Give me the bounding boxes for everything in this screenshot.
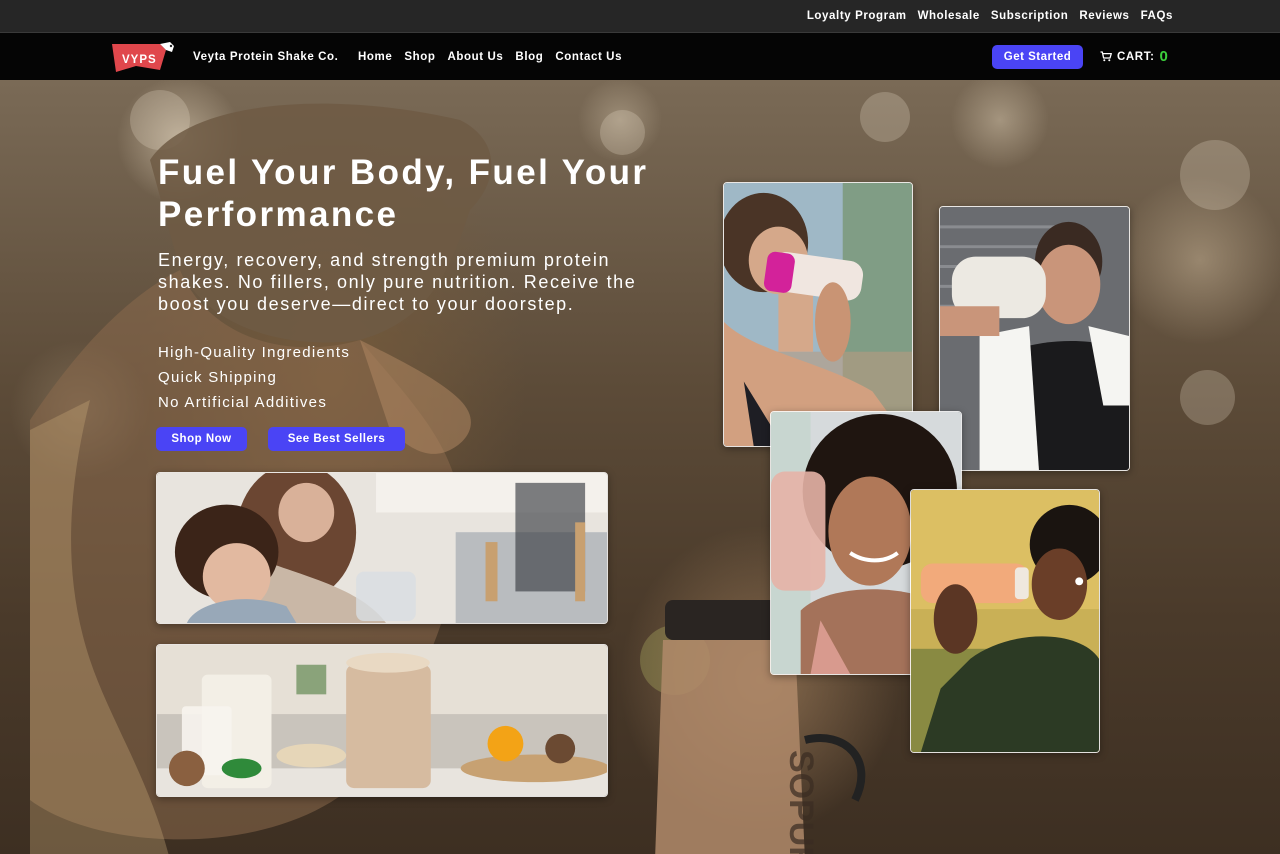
utility-nav: Loyalty Program Wholesale Subscription R… (807, 10, 1173, 22)
shop-now-button[interactable]: Shop Now (156, 427, 247, 451)
see-best-sellers-button[interactable]: See Best Sellers (268, 427, 405, 451)
utility-link-reviews[interactable]: Reviews (1079, 10, 1129, 22)
kitchen-photo (156, 472, 608, 624)
nav-link-contact-us[interactable]: Contact Us (555, 51, 622, 63)
bokeh-light (1180, 140, 1250, 210)
nav-link-about-us[interactable]: About Us (448, 51, 504, 63)
brand-name[interactable]: Veyta Protein Shake Co. (193, 51, 338, 63)
get-started-button[interactable]: Get Started (992, 45, 1083, 69)
cow-logo-icon: VYPS (112, 42, 174, 72)
runner-woman-photo (910, 489, 1100, 753)
nav-link-blog[interactable]: Blog (515, 51, 543, 63)
hero-section: SOPURE Fuel Your Body, Fuel Your Perform… (0, 80, 1280, 854)
woman-drinking-photo (723, 182, 913, 447)
nav-link-home[interactable]: Home (358, 51, 392, 63)
feature-item: Quick Shipping (158, 369, 278, 386)
cart-link[interactable]: CART: 0 (1100, 48, 1168, 65)
cart-count: 0 (1159, 48, 1169, 65)
woman-drinking-photo-image (724, 183, 912, 446)
utility-link-loyalty-program[interactable]: Loyalty Program (807, 10, 907, 22)
logo-text: VYPS (122, 54, 157, 66)
utility-link-wholesale[interactable]: Wholesale (918, 10, 980, 22)
hero-title: Fuel Your Body, Fuel Your Performance (158, 153, 649, 234)
cart-label: CART: (1117, 50, 1155, 63)
utility-link-faqs[interactable]: FAQs (1141, 10, 1173, 22)
hero-subtitle: Energy, recovery, and strength premium p… (158, 250, 637, 314)
protein-shake-photo (156, 644, 608, 797)
shaker-brand-text: SOPURE (782, 750, 820, 854)
runner-woman-photo-image (911, 490, 1099, 752)
protein-shake-photo-image (157, 645, 607, 796)
cart-icon (1100, 51, 1112, 62)
feature-item: No Artificial Additives (158, 394, 328, 411)
kitchen-photo-image (157, 473, 607, 623)
primary-nav: Home Shop About Us Blog Contact Us (358, 51, 622, 63)
bokeh-light (600, 110, 645, 155)
bokeh-light (860, 92, 910, 142)
nav-link-shop[interactable]: Shop (404, 51, 435, 63)
feature-list: High-Quality Ingredients Quick Shipping … (158, 340, 350, 415)
man-drinking-photo-image (940, 207, 1129, 470)
main-nav: VYPS Veyta Protein Shake Co. Home Shop A… (0, 33, 1280, 80)
utility-bar: Loyalty Program Wholesale Subscription R… (0, 0, 1280, 33)
feature-item: High-Quality Ingredients (158, 344, 351, 361)
utility-link-subscription[interactable]: Subscription (991, 10, 1068, 22)
bokeh-light (1180, 370, 1235, 425)
man-drinking-photo (939, 206, 1130, 471)
logo[interactable]: VYPS (110, 40, 178, 74)
